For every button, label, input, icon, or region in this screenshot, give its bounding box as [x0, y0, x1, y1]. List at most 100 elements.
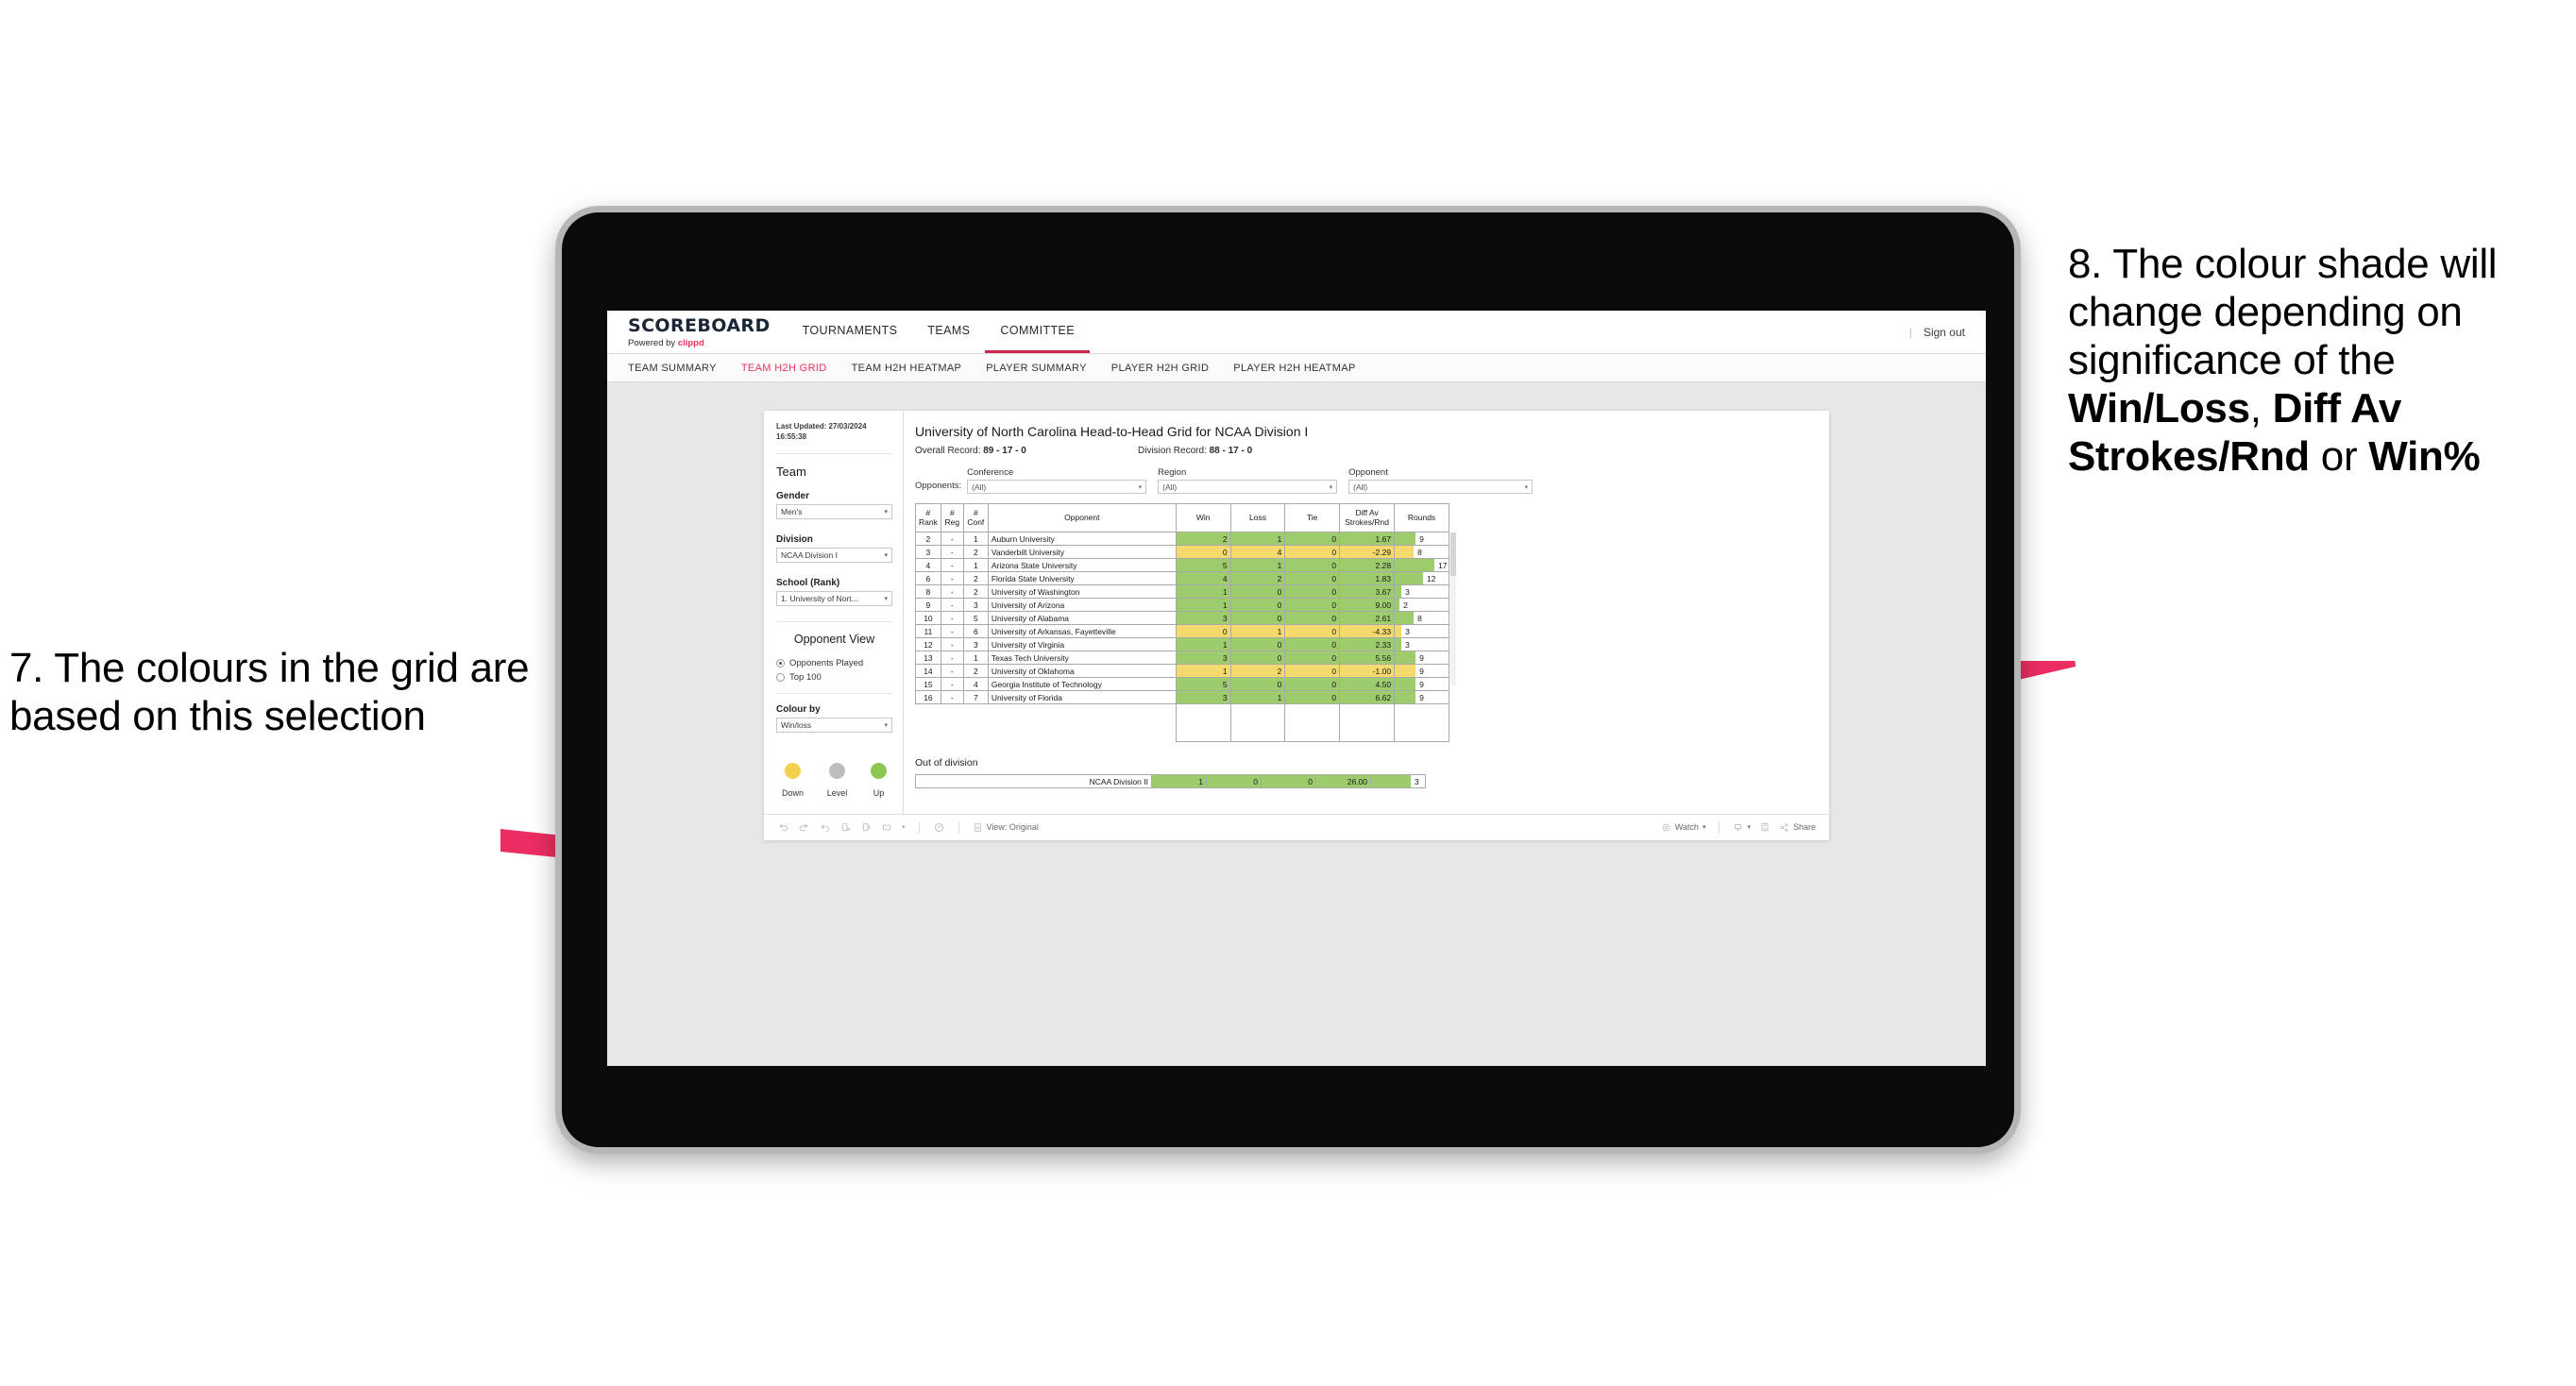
- colour-legend: Down Level Up: [776, 748, 892, 801]
- cell-loss: 0: [1229, 611, 1286, 625]
- table-row[interactable]: 11-6 University of Arkansas, Fayetteville…: [915, 624, 1449, 638]
- divider: [958, 820, 959, 834]
- table-row[interactable]: 9-3 University of Arizona 1 0 0 9.00 2: [915, 598, 1449, 612]
- cell-rank: 10: [915, 611, 941, 625]
- cell-rank: 11: [915, 624, 941, 638]
- refresh-icon[interactable]: [839, 821, 852, 834]
- cell-win: 1: [1175, 584, 1231, 599]
- filter-panel: Last Updated: 27/03/2024 16:55:38 Team G…: [764, 411, 904, 814]
- cell-win: 1: [1175, 637, 1231, 651]
- chevron-down-icon: ▾: [884, 595, 888, 602]
- cell-opponent: University of Virginia: [987, 637, 1177, 651]
- table-row[interactable]: 16-7 University of Florida 3 1 0 6.62 9: [915, 690, 1449, 704]
- col-header-reg[interactable]: # Reg: [940, 503, 964, 532]
- annotation-right-bold-winloss: Win/Loss: [2068, 385, 2250, 432]
- h2h-grid-body: 2-1 Auburn University 2 1 0 1.67 9 3-2 Vanderbil…: [915, 532, 1449, 742]
- col-header-rank[interactable]: # Rank: [915, 503, 941, 532]
- table-row[interactable]: 15-4 Georgia Institute of Technology 5 0 0 4.…: [915, 677, 1449, 691]
- col-header-opponent[interactable]: Opponent: [987, 503, 1177, 532]
- subnav-item-player-h2h-grid[interactable]: PLAYER H2H GRID: [1111, 363, 1209, 374]
- gender-select[interactable]: Men's ▾: [776, 503, 892, 519]
- radio-opponents-played[interactable]: Opponents Played: [776, 658, 892, 668]
- cell-conf: 3: [962, 637, 989, 651]
- redo-icon[interactable]: [798, 821, 810, 834]
- subnav-item-team-h2h-heatmap[interactable]: TEAM H2H HEATMAP: [852, 363, 962, 374]
- conference-filter-select[interactable]: (All) ▾: [967, 480, 1147, 494]
- nav-item-committee[interactable]: COMMITTEE: [985, 311, 1090, 353]
- view-original-button[interactable]: View: Original: [973, 822, 1039, 833]
- overall-record-value: 89 - 17 - 0: [983, 446, 1026, 456]
- annotation-right: 8. The colour shade will change dependin…: [2068, 240, 2576, 481]
- cell-opponent: Florida State University: [987, 571, 1177, 585]
- watch-button[interactable]: Watch ▾: [1661, 822, 1705, 833]
- cell-diff: 1.83: [1339, 571, 1396, 585]
- watch-icon: [1661, 822, 1671, 833]
- cell-reg: -: [940, 651, 964, 665]
- help-icon[interactable]: [933, 821, 945, 834]
- table-row[interactable]: 10-5 University of Alabama 3 0 0 2.61 8: [915, 611, 1449, 625]
- school-select[interactable]: 1. University of Nort... ▾: [776, 590, 892, 606]
- table-row[interactable]: 13-1 Texas Tech University 3 0 0 5.56 9: [915, 651, 1449, 665]
- subnav-item-team-h2h-grid[interactable]: TEAM H2H GRID: [741, 363, 827, 374]
- chevron-down-icon: ▾: [1747, 824, 1751, 832]
- cell-reg: -: [940, 584, 964, 599]
- rounds-value: 8: [1417, 614, 1422, 623]
- share-button[interactable]: Share: [1779, 822, 1816, 833]
- rounds-bar: [1395, 678, 1416, 690]
- subnav-item-team-summary[interactable]: TEAM SUMMARY: [628, 363, 717, 374]
- col-header-win[interactable]: Win: [1175, 503, 1231, 532]
- conference-filter-caption: Conference: [967, 467, 1014, 478]
- col-header-rounds[interactable]: Rounds: [1394, 503, 1449, 532]
- subnav-item-player-h2h-heatmap[interactable]: PLAYER H2H HEATMAP: [1233, 363, 1355, 374]
- fullscreen-icon[interactable]: [1759, 821, 1771, 833]
- col-header-diff[interactable]: Diff Av Strokes/Rnd: [1339, 503, 1396, 532]
- cell-tie: 0: [1284, 571, 1341, 585]
- table-row[interactable]: 2-1 Auburn University 2 1 0 1.67 9: [915, 532, 1449, 546]
- annotation-right-bold-winpct: Win%: [2368, 433, 2481, 481]
- table-row[interactable]: 4-1 Arizona State University 5 1 0 2.28 17: [915, 558, 1449, 572]
- colour-by-select[interactable]: Win/loss ▾: [776, 717, 892, 733]
- col-header-conf[interactable]: # Conf: [962, 503, 989, 532]
- download-button[interactable]: ▾: [1733, 822, 1751, 833]
- caret-down-icon[interactable]: ▾: [902, 823, 906, 831]
- school-value: 1. University of Nort...: [781, 593, 858, 603]
- sign-out-link[interactable]: Sign out: [1924, 326, 1965, 339]
- col-header-loss[interactable]: Loss: [1229, 503, 1286, 532]
- table-row[interactable]: 6-2 Florida State University 4 2 0 1.83 12: [915, 571, 1449, 585]
- scrollbar-thumb[interactable]: [1450, 532, 1456, 576]
- cell-rounds: 3: [1394, 584, 1449, 599]
- table-row[interactable]: 8-2 University of Washington 1 0 0 3.67 3: [915, 584, 1449, 599]
- table-vertical-scrollbar[interactable]: [1450, 532, 1456, 685]
- cell-conf: 2: [962, 571, 989, 585]
- gender-value: Men's: [781, 506, 803, 516]
- cell-rank: 8: [915, 584, 941, 599]
- table-row[interactable]: 12-3 University of Virginia 1 0 0 2.33 3: [915, 637, 1449, 651]
- nav-item-tournaments[interactable]: TOURNAMENTS: [788, 311, 913, 353]
- annotation-left-text: The colours in the grid are based on thi…: [9, 645, 530, 740]
- subnav-item-player-summary[interactable]: PLAYER SUMMARY: [986, 363, 1087, 374]
- cell-rank: 13: [915, 651, 941, 665]
- cell-opponent: University of Alabama: [987, 611, 1177, 625]
- opponent-filter-select[interactable]: (All) ▾: [1348, 480, 1534, 494]
- nav-item-teams[interactable]: TEAMS: [912, 311, 985, 353]
- cell-loss: 1: [1229, 558, 1286, 572]
- pause-icon[interactable]: [860, 821, 873, 834]
- undo-icon[interactable]: [777, 821, 789, 834]
- cell-rank: 16: [915, 690, 941, 704]
- rectangle-select-icon[interactable]: [881, 821, 893, 834]
- divider: [918, 820, 920, 834]
- region-filter-select[interactable]: (All) ▾: [1158, 480, 1338, 494]
- conference-filter-value: (All): [972, 482, 987, 492]
- revert-icon[interactable]: [819, 821, 831, 834]
- cell-reg: -: [940, 545, 964, 559]
- rounds-bar: [1395, 559, 1435, 571]
- table-row[interactable]: 14-2 University of Oklahoma 1 2 0 -1.00 9: [915, 664, 1449, 678]
- brand-sub-prefix: Powered by: [628, 338, 678, 348]
- legend-dot-level-icon: [829, 762, 845, 779]
- table-row[interactable]: 3-2 Vanderbilt University 0 4 0 -2.29 8: [915, 545, 1449, 559]
- division-select[interactable]: NCAA Division I ▾: [776, 547, 892, 563]
- divider: [776, 620, 892, 622]
- radio-top-100-label: Top 100: [789, 671, 822, 683]
- radio-top-100[interactable]: Top 100: [776, 672, 892, 683]
- col-header-tie[interactable]: Tie: [1284, 503, 1341, 532]
